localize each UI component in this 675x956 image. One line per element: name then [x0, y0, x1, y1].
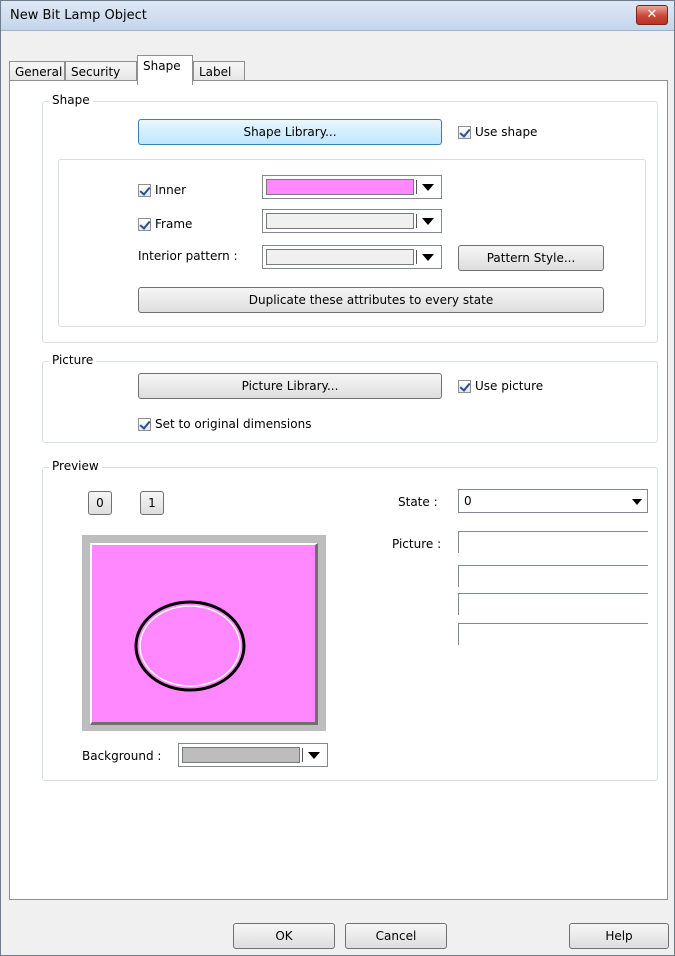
dropdown-arrow-icon — [308, 752, 320, 759]
interior-pattern-swatch — [266, 249, 414, 265]
use-shape-label: Use shape — [475, 125, 538, 139]
checkbox-checked-icon — [458, 125, 471, 139]
shape-preview — [82, 535, 326, 731]
pattern-style-button[interactable]: Pattern Style... — [458, 245, 604, 271]
picture-group-label: Picture — [49, 353, 97, 367]
inner-checkbox[interactable]: Inner — [138, 183, 186, 197]
title-bar[interactable]: New Bit Lamp Object ✕ — [1, 1, 674, 31]
picture-label: Picture : — [392, 537, 442, 551]
shape-group-label: Shape — [49, 93, 93, 107]
dropdown-arrow-icon — [422, 218, 434, 225]
preview-shape-surface — [90, 543, 318, 725]
duplicate-attributes-button[interactable]: Duplicate these attributes to every stat… — [138, 287, 604, 313]
frame-color-dropdown[interactable] — [262, 209, 442, 233]
inner-color-swatch — [266, 179, 414, 195]
background-color-swatch — [182, 747, 300, 763]
use-picture-checkbox[interactable]: Use picture — [458, 379, 543, 393]
state-dropdown[interactable]: 0 — [458, 489, 648, 513]
use-shape-checkbox[interactable]: Use shape — [458, 125, 537, 139]
ok-button[interactable]: OK — [233, 923, 335, 949]
cancel-button[interactable]: Cancel — [345, 923, 447, 949]
frame-label: Frame — [155, 217, 193, 231]
tab-panel-shape: Shape Shape Library... Use shape Inner F… — [9, 80, 668, 900]
picture-library-button[interactable]: Picture Library... — [138, 373, 442, 399]
preview-group-label: Preview — [49, 459, 102, 473]
checkbox-checked-icon — [138, 183, 151, 197]
background-label: Background : — [82, 749, 162, 763]
use-picture-label: Use picture — [475, 379, 544, 393]
interior-pattern-dropdown[interactable] — [262, 245, 442, 269]
state-label: State : — [398, 495, 438, 509]
close-button[interactable]: ✕ — [636, 5, 668, 25]
state-value: 0 — [464, 494, 472, 508]
frame-checkbox[interactable]: Frame — [138, 217, 192, 231]
checkbox-checked-icon — [458, 379, 471, 393]
interior-pattern-label: Interior pattern : — [138, 249, 238, 263]
inner-color-dropdown[interactable] — [262, 175, 442, 199]
state-1-button[interactable]: 1 — [140, 491, 164, 515]
frame-color-swatch — [266, 213, 414, 229]
tab-shape[interactable]: Shape — [137, 55, 193, 85]
dropdown-arrow-icon — [422, 184, 434, 191]
background-color-dropdown[interactable] — [178, 743, 328, 767]
picture-field-2 — [458, 565, 648, 587]
dialog-window: New Bit Lamp Object ✕ General Security S… — [0, 0, 675, 956]
dropdown-arrow-icon — [422, 254, 434, 261]
state-0-button[interactable]: 0 — [88, 491, 112, 515]
original-dimensions-label: Set to original dimensions — [155, 417, 312, 431]
help-button[interactable]: Help — [569, 923, 669, 949]
ellipse-shape — [134, 600, 246, 692]
window-title: New Bit Lamp Object — [10, 8, 147, 23]
checkbox-checked-icon — [138, 417, 151, 431]
original-dimensions-checkbox[interactable]: Set to original dimensions — [138, 417, 311, 431]
dropdown-arrow-icon — [632, 499, 642, 505]
close-icon: ✕ — [646, 7, 658, 22]
checkbox-checked-icon — [138, 217, 151, 231]
picture-field-1 — [458, 531, 648, 553]
inner-label: Inner — [155, 183, 187, 197]
shape-library-button[interactable]: Shape Library... — [138, 119, 442, 145]
picture-field-4 — [458, 623, 648, 645]
picture-field-3 — [458, 593, 648, 615]
